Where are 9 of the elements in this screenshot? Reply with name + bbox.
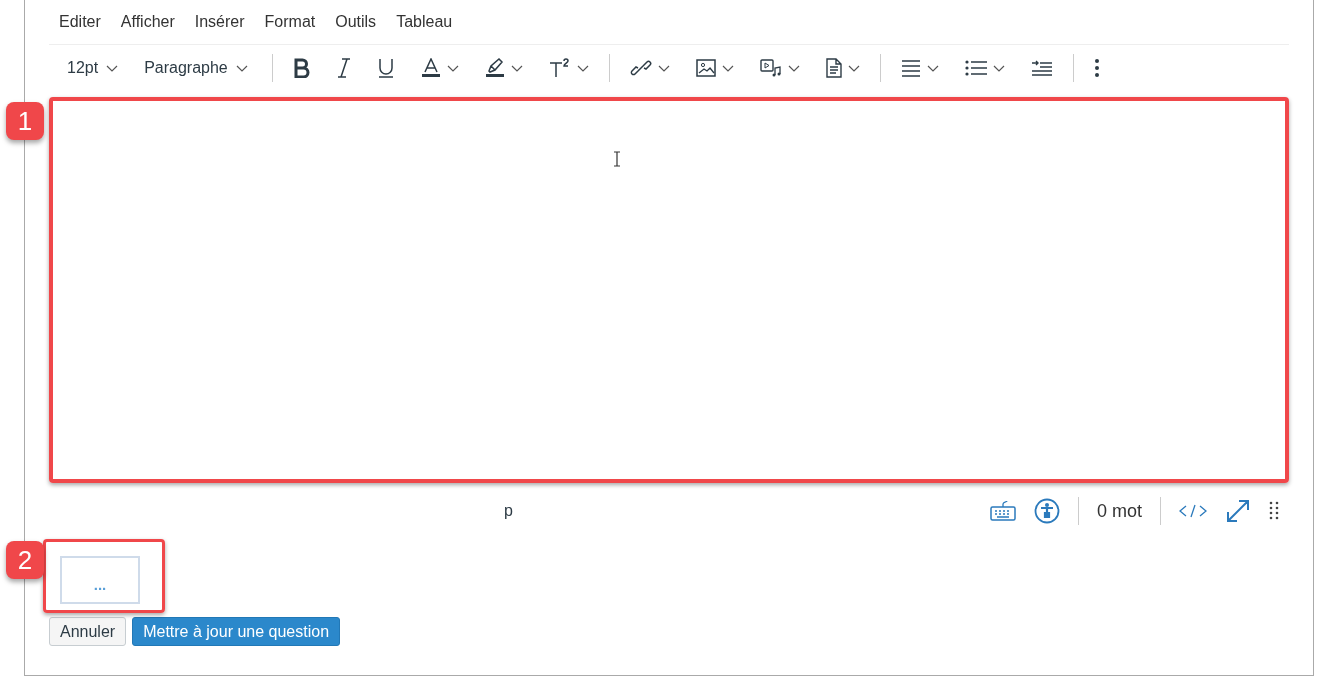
callout-badge: 2: [6, 541, 44, 579]
dropdown-button[interactable]: Paragraphe: [144, 59, 248, 77]
callout-badge: 1: [6, 102, 44, 140]
word-count: 0 mot: [1096, 500, 1142, 522]
element-path: p: [504, 502, 513, 520]
cancel-button[interactable]: Annuler: [49, 617, 127, 646]
comment-placeholder: ...: [93, 574, 107, 593]
dropdown-button[interactable]: 12pt: [67, 59, 119, 77]
update-question-button[interactable]: Mettre à jour une question: [132, 617, 341, 646]
